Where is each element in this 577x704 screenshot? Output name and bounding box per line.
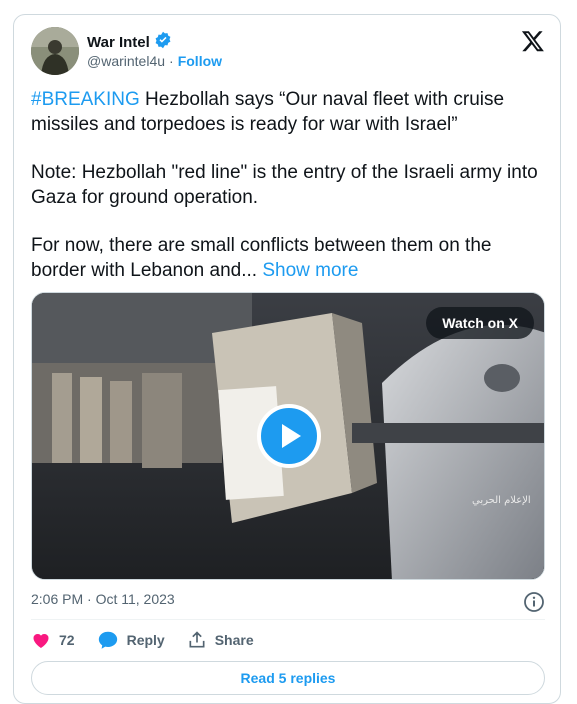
- handle-row: @warintel4u · Follow: [87, 53, 222, 69]
- like-count: 72: [59, 632, 75, 648]
- timestamp[interactable]: 2:06 PM · Oct 11, 2023: [31, 591, 175, 607]
- timestamp-row: 2:06 PM · Oct 11, 2023: [31, 591, 545, 615]
- name-row: War Intel: [87, 31, 172, 54]
- avatar[interactable]: [31, 27, 79, 75]
- divider: [31, 619, 545, 620]
- action-bar: 72 Reply Share: [31, 627, 276, 653]
- media-watermark: الإعلام الحربي: [472, 495, 531, 506]
- video-player[interactable]: الإعلام الحربي Watch on X: [31, 292, 545, 580]
- follow-button[interactable]: Follow: [178, 53, 222, 69]
- watch-on-x-button[interactable]: Watch on X: [426, 307, 534, 339]
- tweet-paragraph-1: #BREAKING Hezbollah says “Our naval flee…: [31, 87, 541, 137]
- tweet-text: #BREAKING Hezbollah says “Our naval flee…: [31, 87, 541, 306]
- play-button[interactable]: [257, 404, 321, 468]
- share-button[interactable]: Share: [187, 630, 254, 650]
- tweet-card: War Intel @warintel4u · Follow #BREAKING…: [13, 14, 561, 704]
- play-icon: [282, 424, 301, 448]
- like-button[interactable]: 72: [31, 630, 75, 650]
- display-name[interactable]: War Intel: [87, 34, 150, 51]
- separator: ·: [169, 53, 174, 69]
- reply-button[interactable]: Reply: [97, 629, 165, 651]
- tweet-header: War Intel @warintel4u · Follow: [31, 27, 545, 77]
- heart-icon: [33, 633, 49, 648]
- x-logo-icon[interactable]: [521, 29, 545, 53]
- handle[interactable]: @warintel4u: [87, 53, 165, 69]
- show-more-link[interactable]: Show more: [262, 260, 358, 281]
- reply-bubble-icon: [98, 631, 117, 649]
- verified-badge-icon: [154, 31, 172, 54]
- share-icon: [189, 631, 205, 648]
- info-icon[interactable]: [523, 591, 545, 613]
- tweet-paragraph-2: Note: Hezbollah "red line" is the entry …: [31, 162, 538, 208]
- share-label: Share: [214, 632, 254, 648]
- read-replies-button[interactable]: Read 5 replies: [31, 661, 545, 695]
- reply-label: Reply: [126, 632, 165, 648]
- hashtag-link[interactable]: #BREAKING: [31, 89, 140, 110]
- tweet-paragraph-3: For now, there are small conflicts betwe…: [31, 233, 541, 283]
